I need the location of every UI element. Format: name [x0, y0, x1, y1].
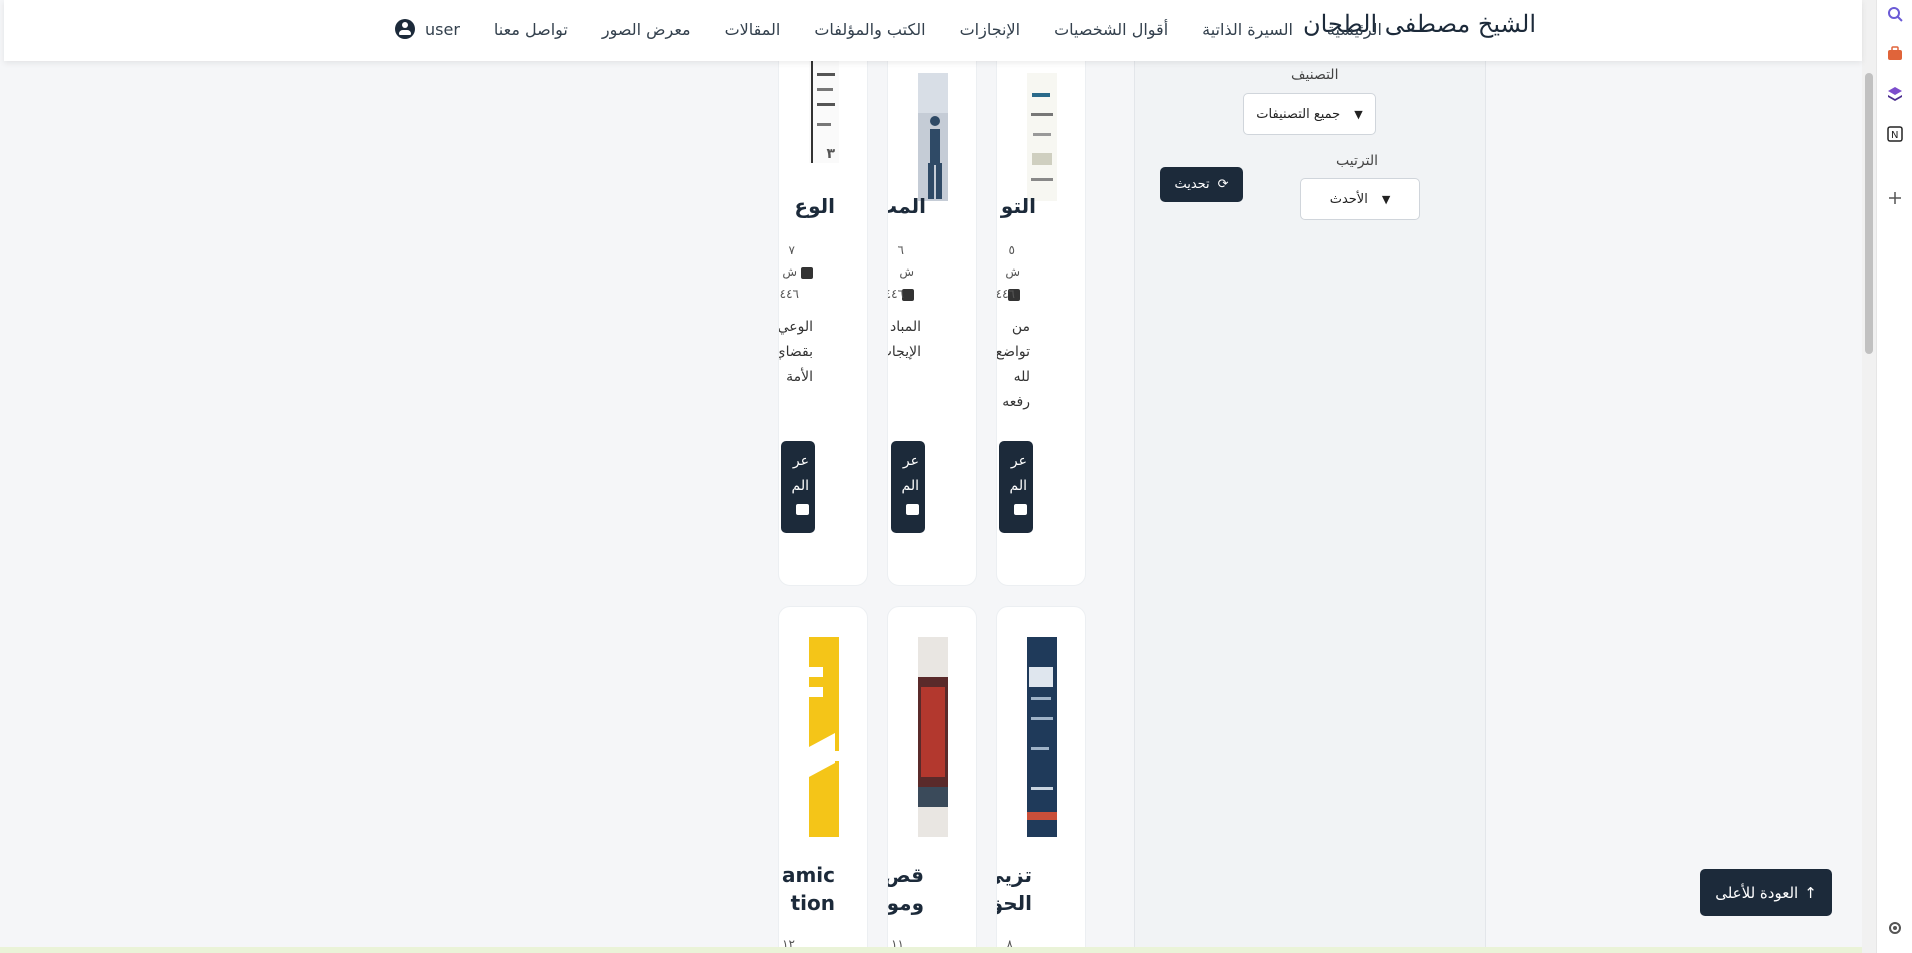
- page-bottom-strip: [0, 947, 1862, 953]
- nav-link-gallery[interactable]: معرض الصور: [602, 20, 691, 39]
- nav-link-articles[interactable]: المقالات: [725, 20, 781, 39]
- gear-icon[interactable]: [1887, 920, 1903, 936]
- refresh-label: تحديث: [1174, 177, 1210, 192]
- article-title-line[interactable]: tion: [791, 891, 835, 915]
- article-title-line[interactable]: الحق: [997, 891, 1032, 915]
- category-select[interactable]: جميع التصنيفات ▼: [1243, 93, 1376, 135]
- read-button-line: الم: [1009, 478, 1027, 494]
- article-title-line[interactable]: ومو: [888, 891, 924, 915]
- article-excerpt-line: من: [1011, 319, 1030, 335]
- top-navbar: الشيخ مصطفى الطحان الرئيسية السيرة الذات…: [4, 0, 1862, 61]
- layers-icon[interactable]: [1887, 86, 1903, 102]
- article-date: ش: [782, 261, 813, 283]
- search-icon[interactable]: [1887, 6, 1903, 22]
- article-number: ٦: [897, 243, 904, 257]
- nav-link-achievements[interactable]: الإنجازات: [960, 20, 1020, 39]
- article-year: ٤٤٦: [996, 287, 1015, 301]
- article-title-line[interactable]: قص: [888, 863, 924, 887]
- newspaper-icon: [1014, 504, 1027, 515]
- sort-select[interactable]: الأحدث ▼: [1300, 178, 1420, 220]
- article-excerpt-line: تواضع: [996, 344, 1030, 360]
- article-cover-image: [809, 637, 839, 837]
- nav-links: الرئيسية السيرة الذاتية أقوال الشخصيات ا…: [395, 0, 1382, 58]
- article-cover-image: [1027, 637, 1057, 837]
- nav-link-home[interactable]: الرئيسية: [1327, 20, 1382, 39]
- browser-side-rail: N: [1876, 0, 1912, 953]
- user-menu[interactable]: user: [395, 19, 460, 39]
- article-excerpt-line: المباد: [890, 319, 921, 335]
- notion-icon[interactable]: N: [1887, 126, 1903, 142]
- page-content: التصنيف جميع التصنيفات ▼ الترتيب الأحدث …: [0, 0, 1862, 953]
- article-cover-image: [1027, 73, 1057, 201]
- article-title[interactable]: المب: [888, 194, 926, 218]
- article-excerpt-line: الأمة: [786, 369, 813, 385]
- article-number: ٧: [788, 243, 795, 257]
- nav-link-contact[interactable]: تواصل معنا: [494, 20, 568, 39]
- article-card[interactable]: قص ومو ١١: [887, 606, 977, 953]
- card-top-mark: ٣: [826, 146, 835, 162]
- article-title-line[interactable]: amic: [782, 863, 835, 887]
- article-year: ٤٤٦: [779, 287, 799, 301]
- nav-link-quotes[interactable]: أقوال الشخصيات: [1054, 20, 1168, 39]
- category-label: التصنيف: [1291, 67, 1339, 83]
- article-excerpt-line: رفعه: [1002, 394, 1030, 410]
- article-excerpt-line: الإيجاب: [888, 344, 921, 360]
- user-circle-icon: [395, 19, 416, 39]
- read-button-line: الم: [791, 478, 809, 494]
- chevron-down-icon: ▼: [1354, 107, 1363, 121]
- user-name: user: [425, 19, 460, 39]
- back-to-top-label: العودة للأعلى: [1715, 883, 1799, 902]
- calendar-icon: [801, 266, 813, 279]
- nav-link-books[interactable]: الكتب والمؤلفات: [814, 20, 925, 39]
- newspaper-icon: [906, 504, 919, 515]
- article-excerpt-line: لله: [1013, 369, 1030, 385]
- sort-label: الترتيب: [1336, 153, 1378, 169]
- date-prefix: ش: [782, 265, 797, 279]
- read-button-line: الم: [901, 478, 919, 494]
- article-cover-image: [918, 637, 948, 837]
- scrollbar-thumb[interactable]: [1865, 73, 1873, 354]
- article-excerpt-line: بقضاي: [778, 344, 813, 360]
- date-prefix: ش: [1005, 265, 1020, 279]
- article-excerpt-line: الوعي: [778, 319, 813, 335]
- read-button-line: عر: [1010, 453, 1027, 469]
- article-card[interactable]: amic tion ١٢: [778, 606, 868, 953]
- category-select-value: جميع التصنيفات: [1256, 106, 1341, 122]
- article-title[interactable]: الوع: [794, 194, 835, 218]
- article-card[interactable]: تزيي الحق ٨: [996, 606, 1086, 953]
- read-article-button[interactable]: عر الم: [781, 441, 815, 533]
- briefcase-icon[interactable]: [1887, 46, 1903, 62]
- article-card[interactable]: التو ٥ ش ٤٤٦ من تواضع لله رفعه عر الم: [996, 30, 1086, 586]
- article-card[interactable]: ٣ الوع ٧ ش ٤٤٦ الوعي بقضاي الأمة عر الم: [778, 30, 868, 586]
- add-icon[interactable]: [1887, 190, 1903, 206]
- read-article-button[interactable]: عر الم: [999, 441, 1033, 533]
- page-scrollbar[interactable]: [1862, 0, 1876, 953]
- nav-link-biography[interactable]: السيرة الذاتية: [1202, 20, 1293, 39]
- article-card[interactable]: المب ٦ ش ٤٤٦ المباد الإيجاب عر الم: [887, 30, 977, 586]
- article-number: ٥: [1008, 243, 1015, 257]
- article-title[interactable]: التو: [1001, 194, 1036, 218]
- read-button-line: عر: [792, 453, 809, 469]
- date-prefix: ش: [899, 265, 914, 279]
- chevron-down-icon: ▼: [1381, 192, 1391, 206]
- arrow-up-icon: ↑: [1804, 883, 1817, 902]
- svg-text:N: N: [1891, 130, 1898, 141]
- refresh-icon: ⟳: [1217, 177, 1229, 192]
- back-to-top-button[interactable]: العودة للأعلى ↑: [1700, 869, 1832, 916]
- refresh-button[interactable]: تحديث ⟳: [1160, 167, 1243, 202]
- newspaper-icon: [796, 504, 809, 515]
- read-article-button[interactable]: عر الم: [891, 441, 925, 533]
- article-year: ٤٤٦: [888, 287, 904, 301]
- article-cover-image: [918, 73, 948, 201]
- read-button-line: عر: [902, 453, 919, 469]
- article-title-line[interactable]: تزيي: [997, 863, 1032, 887]
- sort-select-value: الأحدث: [1329, 191, 1368, 207]
